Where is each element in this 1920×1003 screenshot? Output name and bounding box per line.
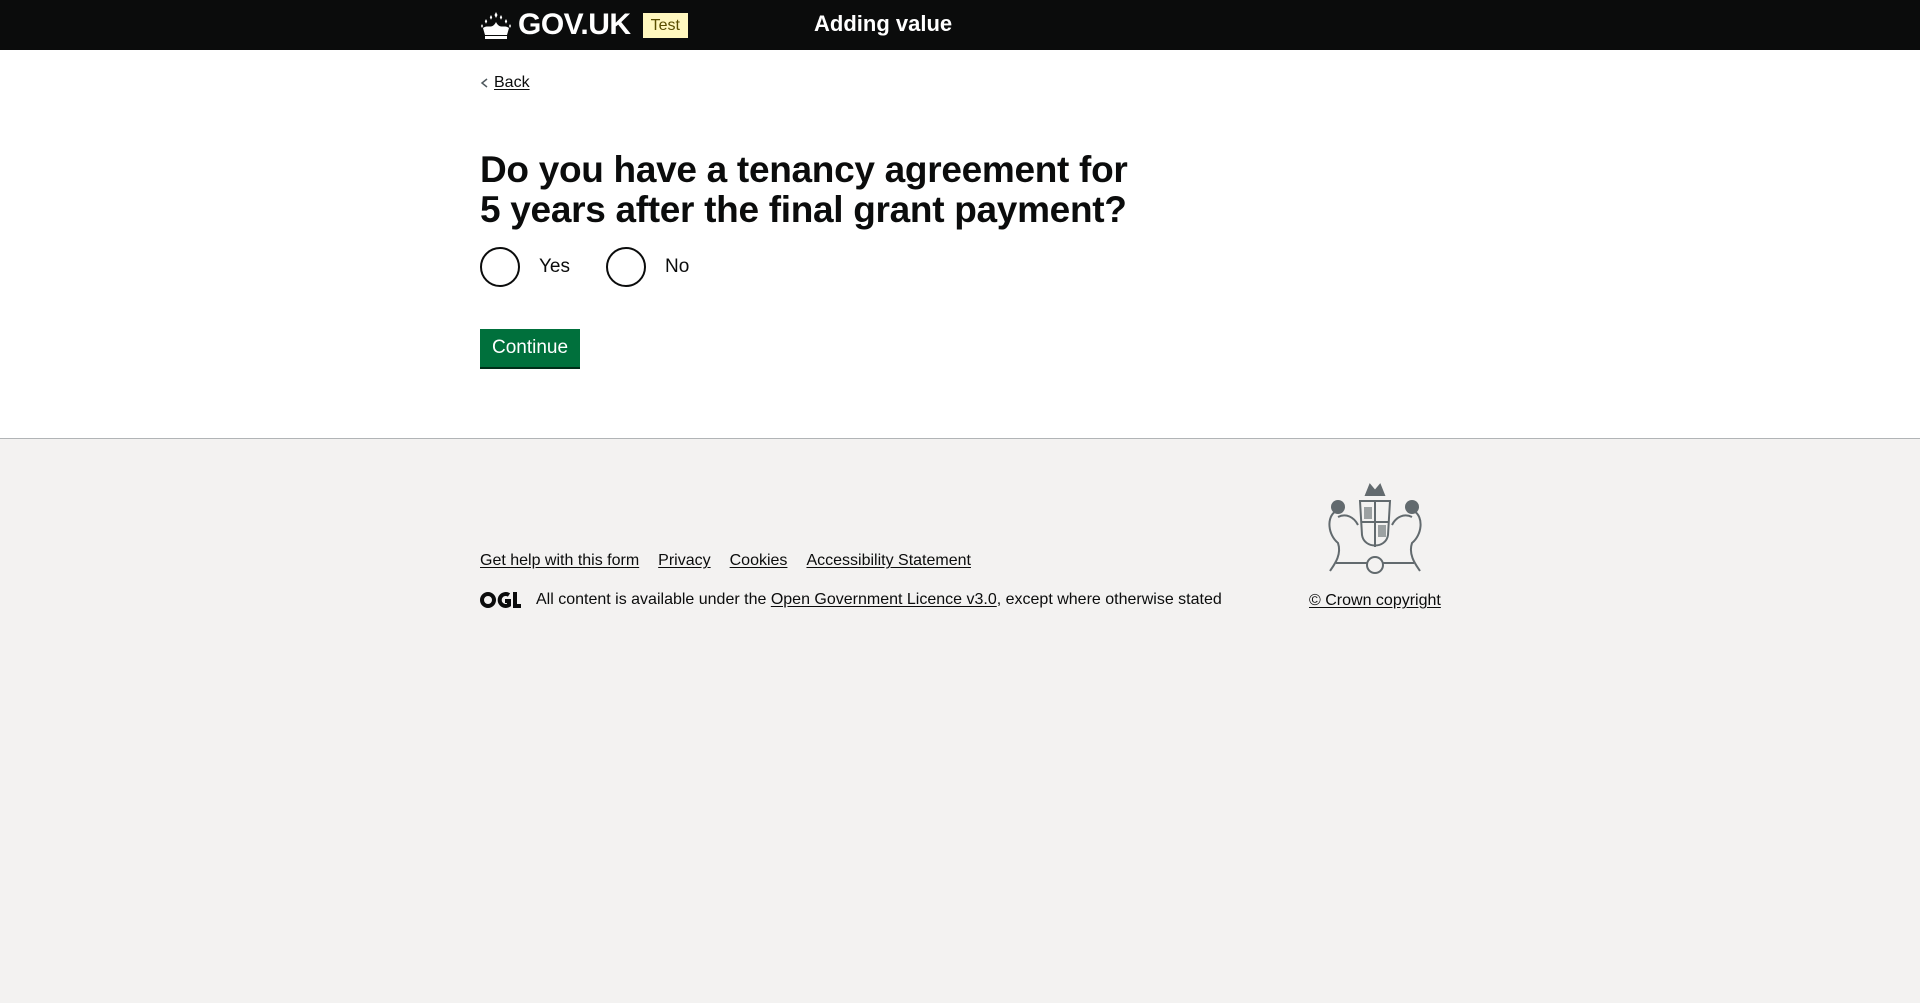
page-question: Do you have a tenancy agreement for 5 ye… — [480, 149, 1128, 230]
footer-links: Get help with this form Privacy Cookies … — [480, 552, 990, 570]
continue-button[interactable]: Continue — [480, 329, 581, 367]
service-name[interactable]: Adding value — [814, 11, 952, 37]
back-link[interactable]: Back — [480, 74, 530, 92]
footer-link-privacy[interactable]: Privacy — [658, 552, 710, 570]
govuk-logo-link[interactable]: GOV.UK — [480, 8, 631, 42]
site-footer: Get help with this form Privacy Cookies … — [0, 438, 1920, 1003]
phase-tag: Test — [642, 12, 688, 38]
licence-prefix: All content is available under the — [536, 591, 767, 608]
radio-yes-label: Yes — [539, 256, 570, 277]
ogl-icon — [480, 592, 521, 608]
radio-option-yes[interactable]: Yes — [480, 247, 570, 287]
licence-link[interactable]: Open Government Licence v3.0 — [771, 591, 997, 609]
site-header: GOV.UK Test Adding value — [0, 0, 1920, 59]
radio-no-input[interactable] — [606, 247, 646, 287]
footer-link-cookies[interactable]: Cookies — [730, 552, 788, 570]
radio-option-no[interactable]: No — [606, 247, 689, 287]
crown-icon — [481, 12, 511, 39]
radio-no-label: No — [665, 256, 690, 277]
logo-text: GOV.UK — [518, 8, 631, 41]
header-container: GOV.UK Test Adding value — [480, 0, 1440, 50]
chevron-left-icon — [480, 78, 488, 88]
royal-crest-icon — [1328, 483, 1422, 574]
radio-yes-input[interactable] — [480, 247, 520, 287]
licence-suffix: , except where otherwise stated — [996, 591, 1222, 608]
crown-copyright-link[interactable]: © Crown copyright — [1309, 592, 1441, 610]
licence-statement: All content is available under the Open … — [480, 591, 1222, 609]
footer-link-help[interactable]: Get help with this form — [480, 552, 639, 570]
main-content: Back Do you have a tenancy agreement for… — [0, 50, 1920, 438]
back-link-label: Back — [494, 74, 530, 91]
radio-group: Yes No — [480, 247, 725, 287]
footer-link-accessibility[interactable]: Accessibility Statement — [806, 552, 971, 570]
